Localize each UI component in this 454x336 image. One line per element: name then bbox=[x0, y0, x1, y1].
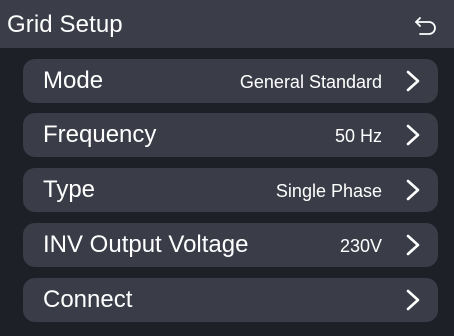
chevron-right-icon bbox=[406, 70, 420, 92]
setting-label: Mode bbox=[43, 67, 104, 94]
setting-value: 50 Hz bbox=[334, 126, 382, 146]
setting-row-frequency[interactable]: Frequency 50 Hz bbox=[23, 113, 438, 157]
setting-label: Connect bbox=[43, 286, 133, 313]
setting-label: Frequency bbox=[43, 121, 157, 148]
setting-value: General Standard bbox=[239, 72, 382, 92]
setting-row-connect[interactable]: Connect bbox=[23, 278, 438, 322]
setting-value: Single Phase bbox=[275, 181, 382, 201]
setting-row-inv-output-voltage[interactable]: INV Output Voltage 230V bbox=[23, 223, 438, 267]
chevron-right-icon bbox=[406, 289, 420, 311]
setting-row-mode[interactable]: Mode General Standard bbox=[23, 59, 438, 103]
chevron-right-icon bbox=[406, 234, 420, 256]
setting-label: Type bbox=[43, 176, 96, 203]
chevron-right-icon bbox=[406, 179, 420, 201]
page-title: Grid Setup bbox=[7, 11, 123, 38]
setting-row-type[interactable]: Type Single Phase bbox=[23, 168, 438, 212]
title-bar: Grid Setup bbox=[0, 0, 454, 48]
setting-value: 230V bbox=[339, 236, 382, 256]
chevron-right-icon bbox=[406, 124, 420, 146]
back-arrow-icon[interactable] bbox=[414, 15, 438, 35]
setting-label: INV Output Voltage bbox=[43, 231, 249, 258]
